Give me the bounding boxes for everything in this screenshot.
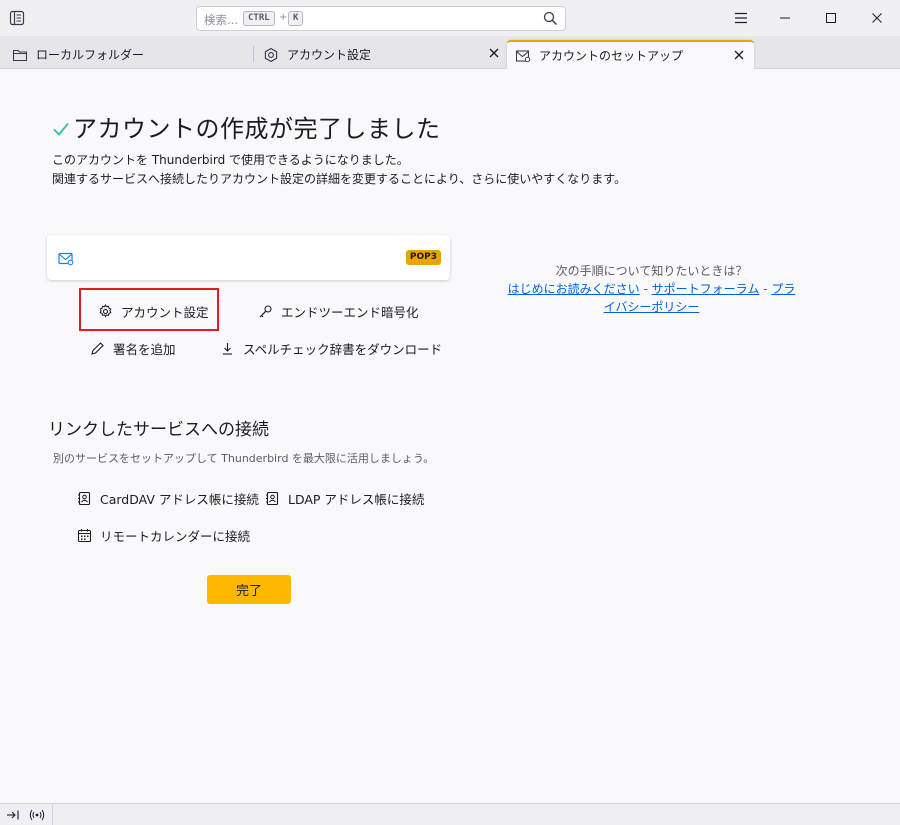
account-mail-icon	[58, 252, 74, 266]
account-settings-button[interactable]: アカウント設定	[98, 302, 209, 321]
intro-text: このアカウントを Thunderbird で使用できるようになりました。 関連す…	[52, 151, 626, 189]
minimize-button[interactable]	[762, 0, 808, 36]
account-card: POP3	[47, 235, 450, 280]
account-setup-content: アカウントの作成が完了しました このアカウントを Thunderbird で使用…	[0, 69, 900, 803]
connect-ldap-button[interactable]: LDAP アドレス帳に接続	[265, 489, 424, 508]
account-type-badge: POP3	[405, 250, 441, 265]
action-label: リモートカレンダーに接続	[100, 529, 251, 544]
tab-label: アカウント設定	[287, 48, 372, 62]
status-separator	[52, 804, 53, 825]
calendar-icon	[77, 528, 92, 543]
shortcut-plus: +	[279, 12, 288, 23]
close-tab-icon[interactable]	[732, 48, 746, 62]
tab-bar: ローカルフォルダー アカウント設定 アカウントのセットアップ	[0, 36, 900, 69]
action-label: 署名を追加	[113, 342, 176, 357]
search-icon[interactable]	[543, 11, 558, 26]
title-bar: 検索... CTRL + K	[0, 0, 900, 36]
maximize-button[interactable]	[808, 0, 854, 36]
download-dictionary-button[interactable]: スペルチェック辞書をダウンロード	[220, 339, 442, 358]
minimize-icon	[780, 17, 790, 19]
tab-separator	[253, 46, 254, 62]
intro-line: このアカウントを Thunderbird で使用できるようになりました。	[52, 153, 409, 167]
link-separator: -	[763, 282, 768, 296]
action-label: アカウント設定	[121, 305, 209, 320]
success-heading: アカウントの作成が完了しました	[51, 109, 441, 144]
connect-remote-calendar-button[interactable]: リモートカレンダーに接続	[77, 526, 250, 545]
checkmark-icon	[51, 117, 71, 137]
global-search-box[interactable]: 検索... CTRL + K	[196, 6, 566, 31]
shortcut-k-key: K	[288, 11, 304, 26]
support-forum-link[interactable]: サポートフォーラム	[652, 282, 760, 296]
action-label: エンドツーエンド暗号化	[281, 305, 419, 320]
settings-cog-icon	[263, 47, 279, 63]
tab-label: ローカルフォルダー	[36, 48, 145, 62]
close-icon	[872, 13, 882, 23]
folder-icon	[12, 47, 28, 63]
help-question: 次の手順について知りたいときは？	[555, 264, 748, 278]
search-placeholder: 検索...	[204, 13, 238, 27]
collapse-sidebar-icon[interactable]	[6, 808, 20, 822]
spaces-toolbar-toggle-icon[interactable]	[8, 9, 26, 27]
close-window-button[interactable]	[854, 0, 900, 36]
key-icon	[258, 304, 273, 319]
connect-carddav-button[interactable]: CardDAV アドレス帳に接続	[77, 489, 259, 508]
linked-services-heading: リンクしたサービスへの接続	[48, 420, 269, 440]
help-links: はじめにお読みください - サポートフォーラム - プライバシーポリシー	[506, 280, 797, 316]
intro-line: 関連するサービスへ接続したりアカウント設定の詳細を変更することにより、さらに使い…	[52, 172, 627, 186]
pencil-icon	[90, 341, 105, 356]
tab-account-setup[interactable]: アカウントのセットアップ	[507, 40, 754, 69]
page-title: アカウントの作成が完了しました	[73, 115, 441, 143]
tab-account-settings[interactable]: アカウント設定	[263, 40, 501, 69]
mail-setup-icon	[515, 48, 531, 64]
close-tab-icon[interactable]	[487, 46, 501, 60]
status-bar	[0, 803, 900, 825]
maximize-icon	[826, 13, 836, 23]
online-status-icon[interactable]	[29, 808, 45, 822]
link-separator: -	[643, 282, 648, 296]
action-label: CardDAV アドレス帳に接続	[100, 492, 259, 507]
end-to-end-encryption-button[interactable]: エンドツーエンド暗号化	[258, 302, 419, 321]
readme-link[interactable]: はじめにお読みください	[508, 282, 640, 296]
tab-local-folders[interactable]: ローカルフォルダー	[12, 40, 252, 69]
gear-icon	[98, 304, 113, 319]
hamburger-icon	[735, 12, 747, 24]
action-label: スペルチェック辞書をダウンロード	[243, 342, 443, 357]
done-button[interactable]: 完了	[207, 575, 291, 604]
linked-services-description: 別のサービスをセットアップして Thunderbird を最大限に活用しましょう…	[53, 452, 435, 465]
action-label: LDAP アドレス帳に接続	[288, 492, 425, 507]
address-book-icon	[265, 491, 280, 506]
address-book-icon	[77, 491, 92, 506]
tab-label: アカウントのセットアップ	[539, 49, 684, 63]
add-signature-button[interactable]: 署名を追加	[90, 339, 176, 358]
download-icon	[220, 341, 235, 356]
help-section: 次の手順について知りたいときは？ はじめにお読みください - サポートフォーラム…	[506, 262, 797, 316]
app-menu-button[interactable]	[718, 0, 764, 36]
shortcut-ctrl-key: CTRL	[243, 11, 275, 26]
